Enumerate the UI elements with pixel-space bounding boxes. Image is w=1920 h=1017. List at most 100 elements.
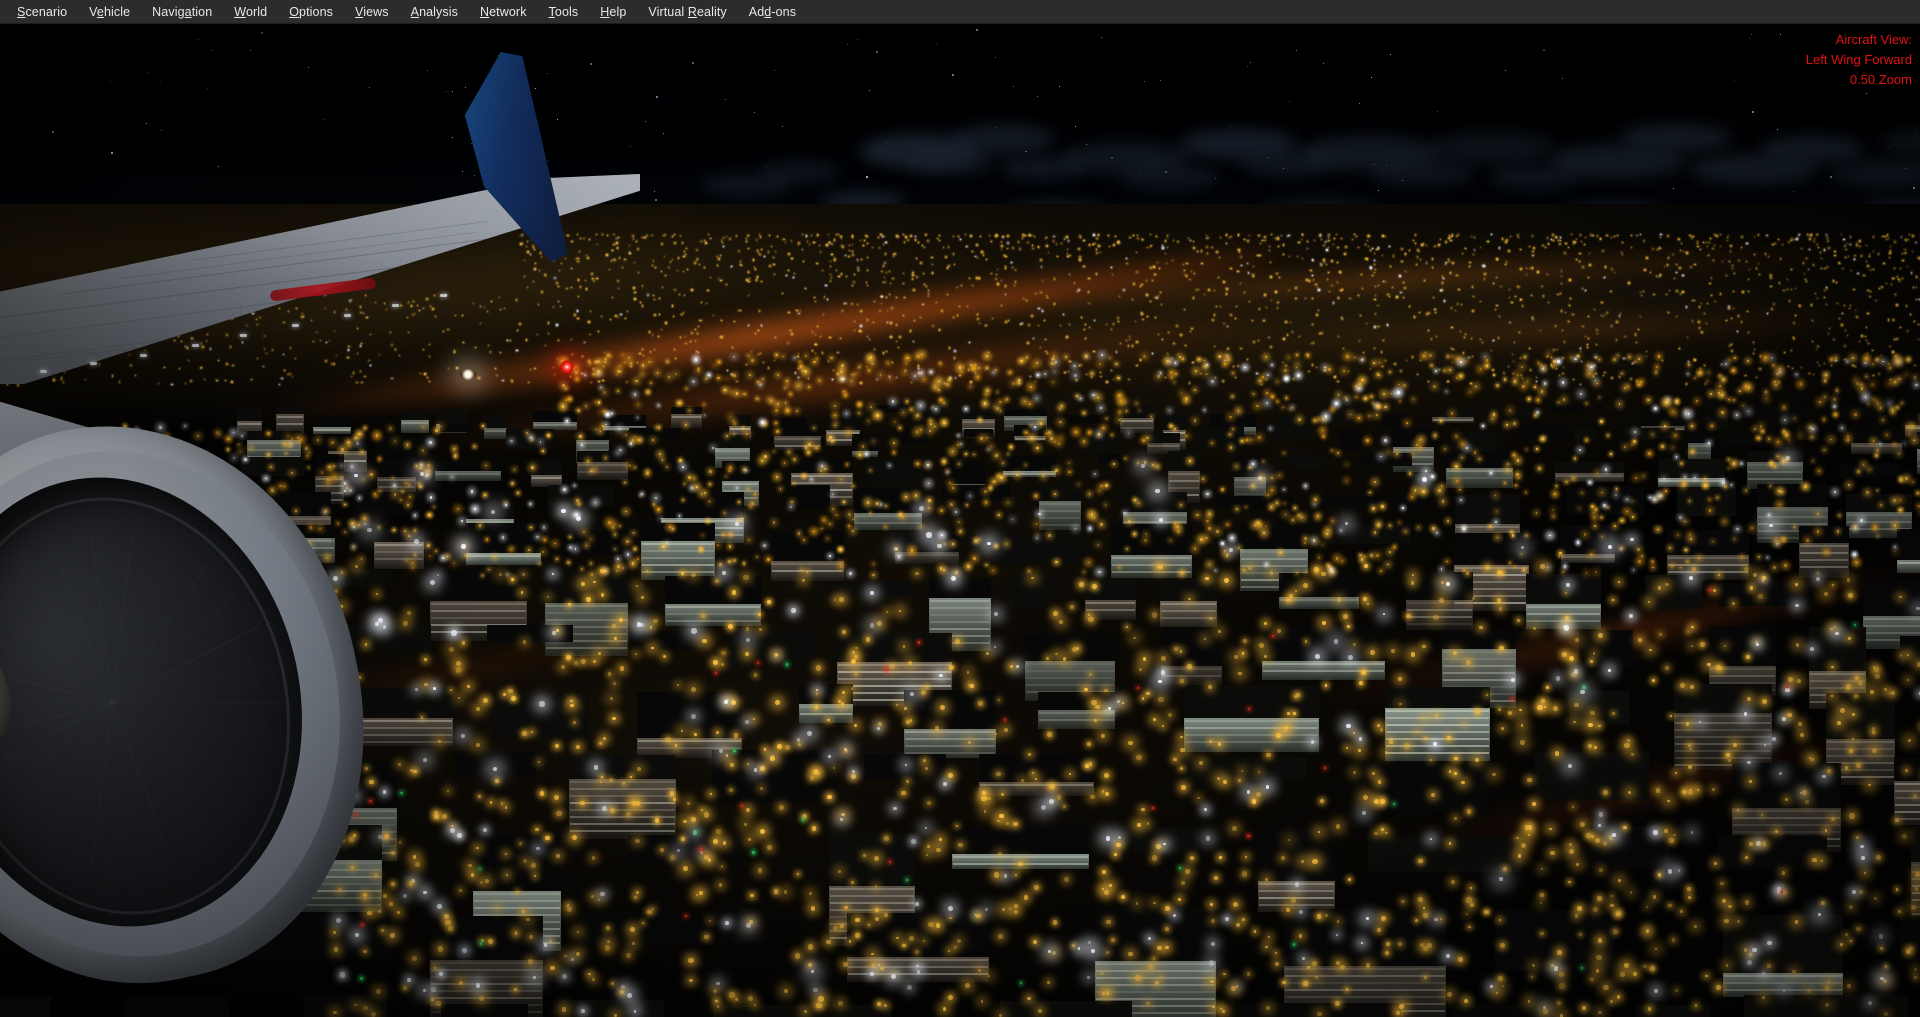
street-light bbox=[368, 360, 369, 361]
street-light bbox=[1741, 556, 1743, 558]
street-light bbox=[1619, 315, 1621, 317]
street-light bbox=[1022, 234, 1023, 235]
simulator-3d-viewport[interactable]: ANA Aircraft View: Left Wing Forward 0.5… bbox=[0, 24, 1920, 1017]
street-light bbox=[815, 447, 817, 449]
street-light bbox=[996, 234, 997, 235]
street-light bbox=[1852, 365, 1853, 366]
street-light bbox=[148, 535, 150, 537]
street-light bbox=[885, 253, 887, 255]
street-light bbox=[1709, 509, 1712, 512]
street-light bbox=[1915, 242, 1916, 243]
street-light bbox=[746, 241, 747, 242]
menu-item-add-ons[interactable]: Add-ons bbox=[738, 0, 807, 24]
street-light bbox=[1452, 262, 1454, 264]
street-light bbox=[1059, 407, 1062, 410]
street-light bbox=[720, 336, 721, 337]
menu-item-help[interactable]: Help bbox=[589, 0, 637, 24]
menu-item-analysis[interactable]: Analysis bbox=[400, 0, 469, 24]
street-light bbox=[196, 489, 198, 491]
street-light bbox=[1833, 398, 1836, 401]
street-light bbox=[761, 325, 762, 326]
street-light bbox=[1509, 289, 1510, 290]
street-light bbox=[820, 336, 821, 337]
street-light bbox=[1243, 569, 1244, 570]
menu-item-navigation[interactable]: Navigation bbox=[141, 0, 223, 24]
street-light bbox=[1097, 397, 1099, 399]
menu-item-virtual-reality[interactable]: Virtual Reality bbox=[637, 0, 737, 24]
street-light bbox=[1469, 391, 1471, 393]
street-light bbox=[1892, 278, 1894, 280]
street-light bbox=[733, 356, 735, 358]
street-light bbox=[773, 264, 775, 266]
street-light bbox=[1146, 280, 1147, 281]
street-light bbox=[915, 494, 918, 497]
street-light bbox=[1292, 331, 1293, 332]
street-light bbox=[171, 384, 172, 385]
street-light bbox=[1579, 261, 1580, 262]
street-light bbox=[1514, 380, 1517, 383]
street-light bbox=[1214, 346, 1215, 347]
street-light bbox=[1416, 264, 1417, 265]
street-light bbox=[1263, 532, 1265, 534]
street-light bbox=[831, 277, 832, 278]
street-light bbox=[1000, 410, 1002, 412]
menu-item-options[interactable]: Options bbox=[278, 0, 344, 24]
street-light bbox=[351, 522, 353, 524]
street-light bbox=[1827, 237, 1829, 239]
street-light bbox=[1808, 269, 1809, 270]
street-light bbox=[1123, 289, 1125, 291]
street-light bbox=[1007, 235, 1008, 236]
street-light bbox=[66, 313, 67, 314]
street-light bbox=[643, 373, 644, 374]
street-light bbox=[865, 235, 866, 236]
street-light bbox=[834, 415, 836, 417]
street-light bbox=[1297, 256, 1298, 257]
menu-item-network[interactable]: Network bbox=[469, 0, 538, 24]
street-light bbox=[393, 529, 395, 531]
street-light bbox=[1772, 244, 1773, 245]
street-light bbox=[1129, 237, 1131, 239]
street-light bbox=[1342, 289, 1343, 290]
street-light bbox=[301, 316, 303, 318]
street-light bbox=[685, 424, 687, 426]
street-light bbox=[1361, 379, 1363, 381]
menu-item-vehicle[interactable]: Vehicle bbox=[78, 0, 141, 24]
street-light bbox=[1799, 305, 1800, 306]
street-light bbox=[1338, 297, 1339, 298]
street-light bbox=[892, 400, 895, 403]
street-light bbox=[815, 353, 816, 354]
street-light bbox=[1573, 379, 1574, 380]
street-light bbox=[588, 321, 590, 323]
menu-item-views[interactable]: Views bbox=[344, 0, 400, 24]
street-light bbox=[1271, 234, 1272, 235]
street-light bbox=[356, 442, 359, 445]
street-light bbox=[1309, 280, 1310, 281]
street-light bbox=[889, 271, 890, 272]
menu-item-scenario[interactable]: Scenario bbox=[6, 0, 78, 24]
street-light bbox=[257, 358, 258, 359]
street-light bbox=[1816, 349, 1817, 350]
street-light bbox=[1441, 568, 1443, 570]
street-light bbox=[978, 539, 980, 541]
street-light bbox=[984, 402, 987, 405]
menu-item-tools[interactable]: Tools bbox=[538, 0, 590, 24]
street-light bbox=[721, 336, 723, 338]
street-light bbox=[412, 562, 413, 563]
street-light bbox=[1547, 567, 1548, 568]
street-light bbox=[977, 318, 978, 319]
street-light bbox=[1691, 237, 1693, 239]
street-light bbox=[495, 368, 497, 370]
street-light bbox=[1899, 281, 1900, 282]
street-light bbox=[239, 499, 241, 501]
street-light bbox=[152, 299, 153, 300]
street-light bbox=[823, 519, 825, 521]
street-light bbox=[1523, 569, 1525, 571]
street-light bbox=[435, 316, 436, 317]
street-light bbox=[1667, 235, 1669, 237]
street-light bbox=[954, 264, 955, 265]
menu-item-world[interactable]: World bbox=[223, 0, 278, 24]
street-light bbox=[1293, 378, 1295, 380]
street-light bbox=[202, 323, 203, 324]
street-light bbox=[379, 354, 380, 355]
street-light bbox=[171, 322, 172, 323]
